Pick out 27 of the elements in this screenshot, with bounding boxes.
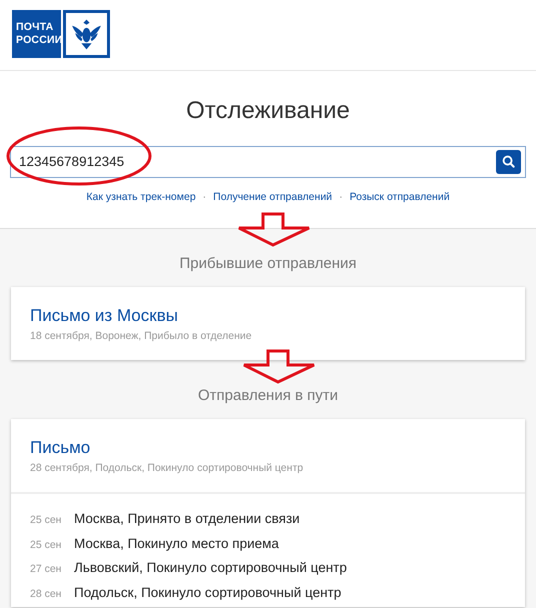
parcel-title: Письмо [30,438,92,459]
event-date: 25 сен [30,538,62,553]
event-text: Москва, Принято в отделении связи [74,510,300,528]
help-link[interactable]: Как узнать трек-номер [86,190,196,204]
event-date: 27 сен [30,562,62,578]
event-text: Москва, Покинуло место приема [74,534,279,553]
parcel-card[interactable] [11,419,525,608]
tracking-number-field[interactable]: 12345678912345 [10,146,526,178]
section-heading: Отправления в пути [198,387,338,406]
page-title: Отслеживание [185,97,351,126]
separator-dot: · [202,190,206,204]
logo-text: ПОЧТА РОССИИ [12,10,61,58]
help-link[interactable]: Розыск отправлений [350,190,450,204]
separator-dot: · [339,190,343,204]
search-button[interactable] [496,150,521,174]
search-icon [502,155,515,168]
parcel-status: 18 сентября, Воронеж, Прибыло в отделение [30,330,253,344]
parcel-title: Письмо из Москвы [30,306,179,327]
parcel-status: 28 сентября, Подольск, Покинуло сортировочный центр [30,462,304,476]
event-date: 25 сен [30,513,62,528]
eagle-emblem-icon [63,10,110,58]
help-link[interactable]: Получение отправлений [213,190,332,204]
section-heading: Прибывшие отправления [180,255,356,274]
parcel-card[interactable]: Письмо из Москвы 18 сентября, Воронеж, Прибыло в отделение [11,287,525,360]
event-text: Львовский, Покинуло сортировочный центр [74,559,347,578]
event-date: 28 сен [30,586,62,602]
event-text: Подольск, Покинуло сортировочный центр [74,584,342,602]
